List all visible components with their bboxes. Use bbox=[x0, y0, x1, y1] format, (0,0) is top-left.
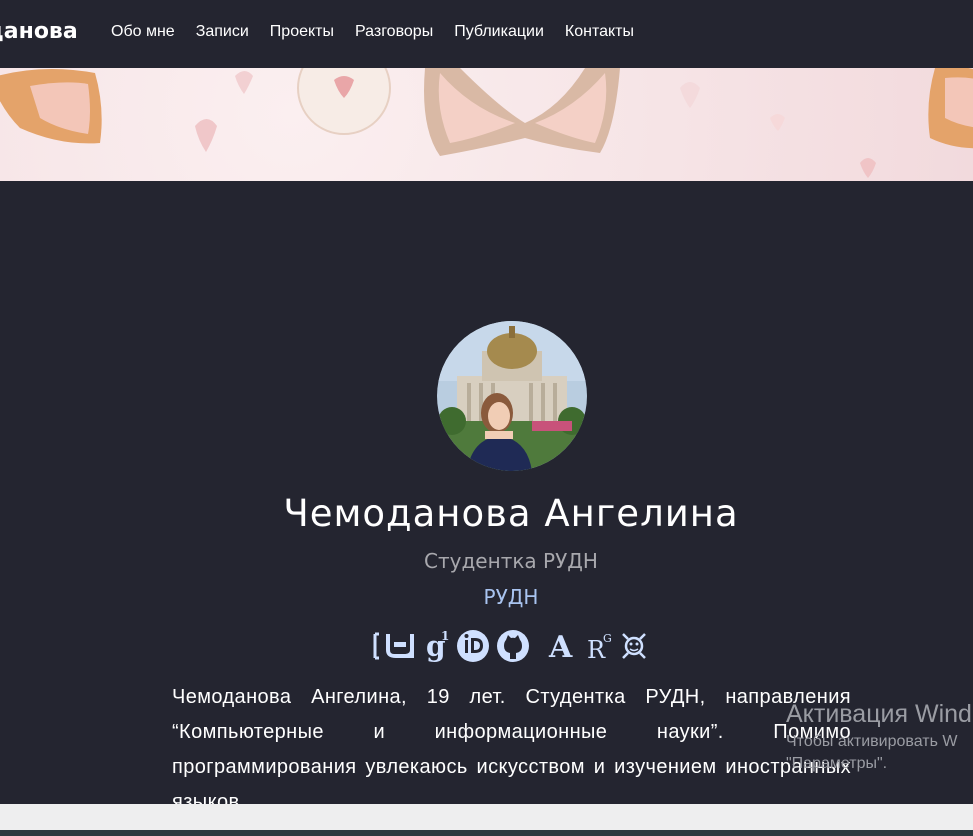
windows-activation-watermark: Активация Wind Чтобы активировать W "Пар… bbox=[786, 700, 972, 773]
nav-link-publications[interactable]: Публикации bbox=[454, 23, 544, 41]
bottom-strip bbox=[0, 830, 973, 836]
site-brand[interactable]: данова bbox=[0, 19, 78, 44]
bio-viewport: Чемоданова Ангелина, 19 лет. Студентка Р… bbox=[0, 0, 973, 804]
nav-link-projects[interactable]: Проекты bbox=[270, 23, 334, 41]
nav-links: Обо мне Записи Проекты Разговоры Публика… bbox=[111, 23, 655, 41]
top-navbar: данова Обо мне Записи Проекты Разговоры … bbox=[0, 0, 973, 68]
activation-subtitle-2: "Параметры". bbox=[786, 755, 888, 772]
nav-link-posts[interactable]: Записи bbox=[196, 23, 249, 41]
nav-link-talks[interactable]: Разговоры bbox=[355, 23, 433, 41]
profile-bio: Чемоданова Ангелина, 19 лет. Студентка Р… bbox=[172, 686, 851, 804]
nav-link-about[interactable]: Обо мне bbox=[111, 23, 175, 41]
bottom-bar bbox=[0, 804, 973, 830]
activation-title: Активация Wind bbox=[786, 700, 972, 728]
nav-link-contacts[interactable]: Контакты bbox=[565, 23, 634, 41]
activation-subtitle-1: Чтобы активировать W bbox=[786, 733, 958, 750]
